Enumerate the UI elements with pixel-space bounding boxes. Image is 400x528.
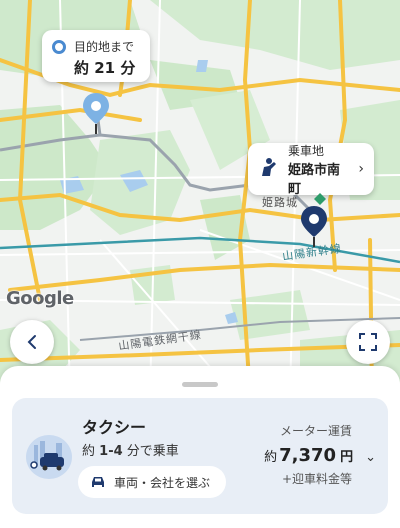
destination-pin-icon bbox=[82, 92, 110, 140]
destination-callout[interactable]: 目的地まで 約 21 分 bbox=[42, 30, 150, 82]
extra-fee-label: +迎車料金等 bbox=[281, 472, 352, 486]
fullscreen-button[interactable] bbox=[346, 320, 390, 364]
pickup-label: 乗車地 bbox=[288, 143, 325, 158]
chevron-down-icon[interactable]: ⌄ bbox=[365, 450, 376, 465]
destination-dot-icon bbox=[52, 39, 66, 54]
person-wave-icon bbox=[258, 156, 280, 182]
chevron-left-icon bbox=[27, 335, 36, 349]
car-icon bbox=[92, 477, 104, 487]
taxi-title: タクシー bbox=[82, 418, 147, 437]
choose-vehicle-label: 車両・会社を選ぶ bbox=[114, 475, 211, 490]
pickup-pin-icon bbox=[300, 205, 328, 253]
bottom-sheet: タクシー 約 1-4 分で乗車 車両・会社を選ぶ メーター運賃 約 7,370 … bbox=[0, 366, 400, 528]
meter-label: メーター運賃 bbox=[279, 424, 352, 438]
google-attribution: Google bbox=[6, 288, 74, 309]
pickup-callout[interactable]: 乗車地 姫路市南町 › bbox=[248, 143, 374, 197]
destination-time: 約 21 分 bbox=[74, 59, 136, 77]
fare-price: 約 7,370 円 ⌄ bbox=[264, 445, 376, 466]
sheet-handle[interactable] bbox=[182, 382, 218, 387]
chevron-right-icon: › bbox=[358, 161, 364, 177]
fullscreen-icon bbox=[359, 333, 377, 351]
taxi-option-card[interactable]: タクシー 約 1-4 分で乗車 車両・会社を選ぶ メーター運賃 約 7,370 … bbox=[12, 398, 388, 514]
taxi-eta: 約 1-4 分で乗車 bbox=[82, 444, 179, 459]
back-button[interactable] bbox=[10, 320, 54, 364]
taxi-illustration-icon bbox=[26, 435, 72, 479]
castle-marker-icon bbox=[314, 190, 326, 209]
choose-vehicle-button[interactable]: 車両・会社を選ぶ bbox=[78, 466, 226, 498]
map-view[interactable]: 姫路城 山陽新幹線 山陽電鉄網干線 Google 目的地まで 約 21 分 乗車… bbox=[0, 0, 400, 395]
fare-section[interactable]: メーター運賃 約 7,370 円 ⌄ +迎車料金等 bbox=[246, 422, 376, 487]
destination-label: 目的地まで bbox=[74, 40, 135, 54]
